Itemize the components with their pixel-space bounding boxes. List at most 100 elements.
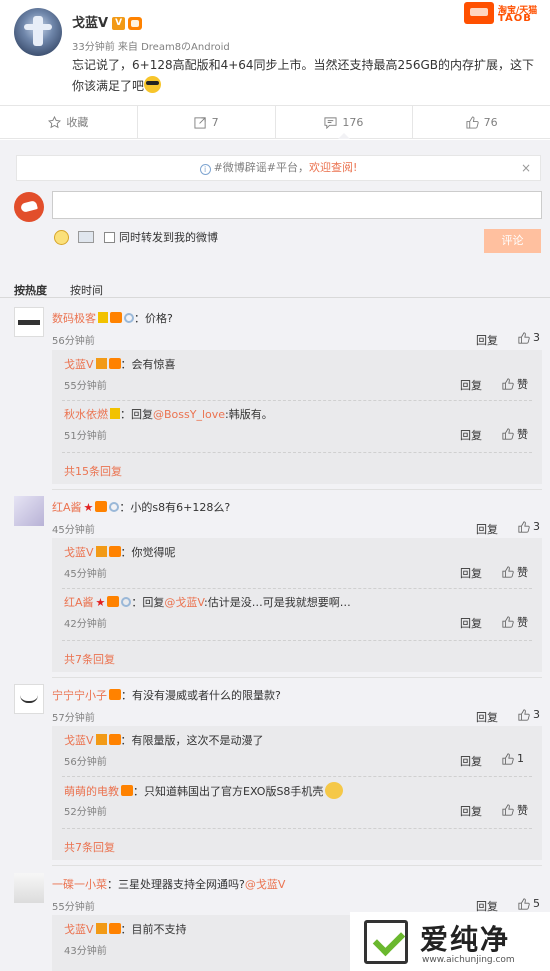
repost-count: 7 [211, 115, 219, 129]
like-button[interactable]: 赞 [502, 426, 528, 442]
like-button[interactable]: 5 [518, 897, 540, 910]
thumbs-up-icon [502, 428, 514, 440]
close-icon[interactable]: × [521, 156, 531, 180]
colon: ： [120, 408, 131, 421]
reply-time: 43分钟前 [64, 946, 107, 957]
like-button[interactable]: 赞 [502, 802, 528, 818]
more-replies-link[interactable]: 共7条回复 [64, 651, 115, 667]
comment-input[interactable] [52, 191, 542, 219]
reply-button[interactable]: 回复 [476, 332, 498, 348]
ring-icon [121, 597, 132, 607]
reply-username[interactable]: 戈蓝V [64, 358, 94, 371]
reply-text: :韩版有。 [225, 408, 273, 421]
more-replies-link[interactable]: 共15条回复 [64, 463, 122, 479]
reply-text-line: 萌萌的电教 ：只知道韩国出了官方EXO版S8手机壳 [64, 782, 344, 799]
tab-time[interactable]: 按时间 [70, 282, 103, 298]
more-replies-link[interactable]: 共7条回复 [64, 839, 115, 855]
watermark-url: www.aichunjing.com [422, 955, 515, 965]
comment-button[interactable]: 176 [276, 106, 414, 139]
thumbs-up-icon [502, 752, 514, 765]
reply-item: 萌萌的电教 ：只知道韩国出了官方EXO版S8手机壳 52分钟前 回复 赞 [52, 776, 542, 826]
like-label: 赞 [517, 616, 528, 629]
reply-username[interactable]: 戈蓝V [64, 734, 94, 747]
user-avatar[interactable] [14, 496, 44, 526]
reply-username[interactable]: 萌萌的电教 [64, 785, 119, 798]
watermark-text: 爱纯净 [420, 923, 511, 956]
comment-text-line: 数码极客 ：价格? [52, 310, 173, 326]
comment-text: 小的s8有6+128么? [130, 501, 231, 514]
comment-text: 价格? [145, 312, 173, 325]
author-avatar[interactable] [14, 8, 62, 56]
repost-checkbox-label: 同时转发到我的微博 [119, 231, 218, 244]
tab-hot[interactable]: 按热度 [14, 282, 47, 298]
reply-time: 52分钟前 [64, 807, 107, 818]
like-button[interactable]: 76 [413, 106, 550, 138]
comment-time: 57分钟前 [52, 713, 95, 724]
comment-text-line: 红A酱 ★ ：小的s8有6+128么? [52, 499, 230, 515]
reply-button[interactable]: 回复 [460, 803, 482, 819]
colon: ： [134, 312, 145, 325]
author-name-row: 戈蓝V V [72, 12, 143, 31]
user-avatar[interactable] [14, 307, 44, 337]
comment-username[interactable]: 红A酱 [52, 501, 82, 514]
star-icon: ★ [95, 596, 106, 609]
comments-panel: i #微博辟谣#平台，欢迎查阅! × 同时转发到我的微博 评论 按热度 按时间 数… [0, 140, 550, 971]
thumbs-up-icon [518, 331, 530, 344]
reply-time: 56分钟前 [64, 757, 107, 768]
reply-button[interactable]: 回复 [460, 565, 482, 581]
like-button[interactable]: 3 [518, 520, 540, 533]
colon: ： [120, 358, 132, 371]
like-button[interactable]: 1 [502, 752, 524, 765]
reply-button[interactable]: 回复 [460, 427, 482, 443]
reply-username[interactable]: 戈蓝V [64, 923, 94, 936]
rumor-banner: i #微博辟谣#平台，欢迎查阅! × [16, 155, 541, 181]
my-avatar [14, 192, 44, 222]
like-button[interactable]: 赞 [502, 376, 528, 392]
member-badge-icon [128, 17, 143, 30]
reply-username[interactable]: 红A酱 [64, 596, 94, 609]
mention-link[interactable]: @戈蓝V [164, 596, 204, 609]
weibo-post: 戈蓝V V 33分钟前 来自 Dream8のAndroid 忘记说了，6+128高… [0, 0, 550, 105]
reply-button[interactable]: 回复 [460, 615, 482, 631]
v-icon [95, 923, 107, 934]
like-button[interactable]: 赞 [502, 614, 528, 630]
thumbs-up-icon [502, 616, 514, 628]
submit-comment-button[interactable]: 评论 [484, 229, 541, 253]
member-icon [109, 689, 121, 700]
colon: ： [120, 923, 132, 936]
reply-button[interactable]: 回复 [460, 377, 482, 393]
comment-username[interactable]: 宁宁宁小子 [52, 689, 107, 702]
colon: ： [131, 596, 143, 609]
replies-box: 戈蓝V ：有限量版，这次不是动漫了 56分钟前 回复 1 萌萌的电教 ：只知道韩国出… [52, 726, 542, 860]
reply-button[interactable]: 回复 [460, 753, 482, 769]
post-meta: 33分钟前 来自 Dream8のAndroid [72, 42, 230, 53]
reply-username[interactable]: 秋水依燃 [64, 408, 108, 421]
image-icon[interactable] [78, 231, 94, 243]
favorite-button[interactable]: 收藏 [0, 106, 138, 138]
reply-text: 目前不支持 [131, 923, 187, 936]
repost-button[interactable]: 7 [138, 106, 276, 138]
emoji-icon[interactable] [54, 229, 69, 245]
user-avatar[interactable] [14, 873, 44, 903]
comment-username[interactable]: 一碟一小菜 [52, 878, 107, 891]
thumbs-up-icon [518, 520, 530, 533]
comment-username[interactable]: 数码极客 [52, 312, 96, 325]
rumor-link[interactable]: 欢迎查阅! [309, 161, 357, 174]
reply-text-line: 秋水依燃 ：回复@BossY_love:韩版有。 [64, 406, 273, 422]
reply-username[interactable]: 戈蓝V [64, 546, 94, 559]
like-button[interactable]: 赞 [502, 564, 528, 580]
like-button[interactable]: 3 [518, 331, 540, 344]
thumbs-up-icon [518, 897, 530, 910]
reply-button[interactable]: 回复 [476, 521, 498, 537]
author-name[interactable]: 戈蓝V [72, 16, 108, 31]
rumor-text: #微博辟谣#平台， [213, 161, 309, 174]
mention-link[interactable]: @BossY_love [153, 408, 225, 421]
like-button[interactable]: 3 [518, 708, 540, 721]
mention-link[interactable]: @戈蓝V [245, 878, 286, 891]
reply-button[interactable]: 回复 [476, 709, 498, 725]
user-avatar[interactable] [14, 684, 44, 714]
reply-time: 51分钟前 [64, 431, 107, 442]
reply-item: 秋水依燃 ：回复@BossY_love:韩版有。 51分钟前 回复 赞 [52, 400, 542, 450]
taobao-logo: 淘宝/天猫 TAOB [464, 2, 542, 24]
repost-checkbox[interactable] [104, 231, 115, 243]
